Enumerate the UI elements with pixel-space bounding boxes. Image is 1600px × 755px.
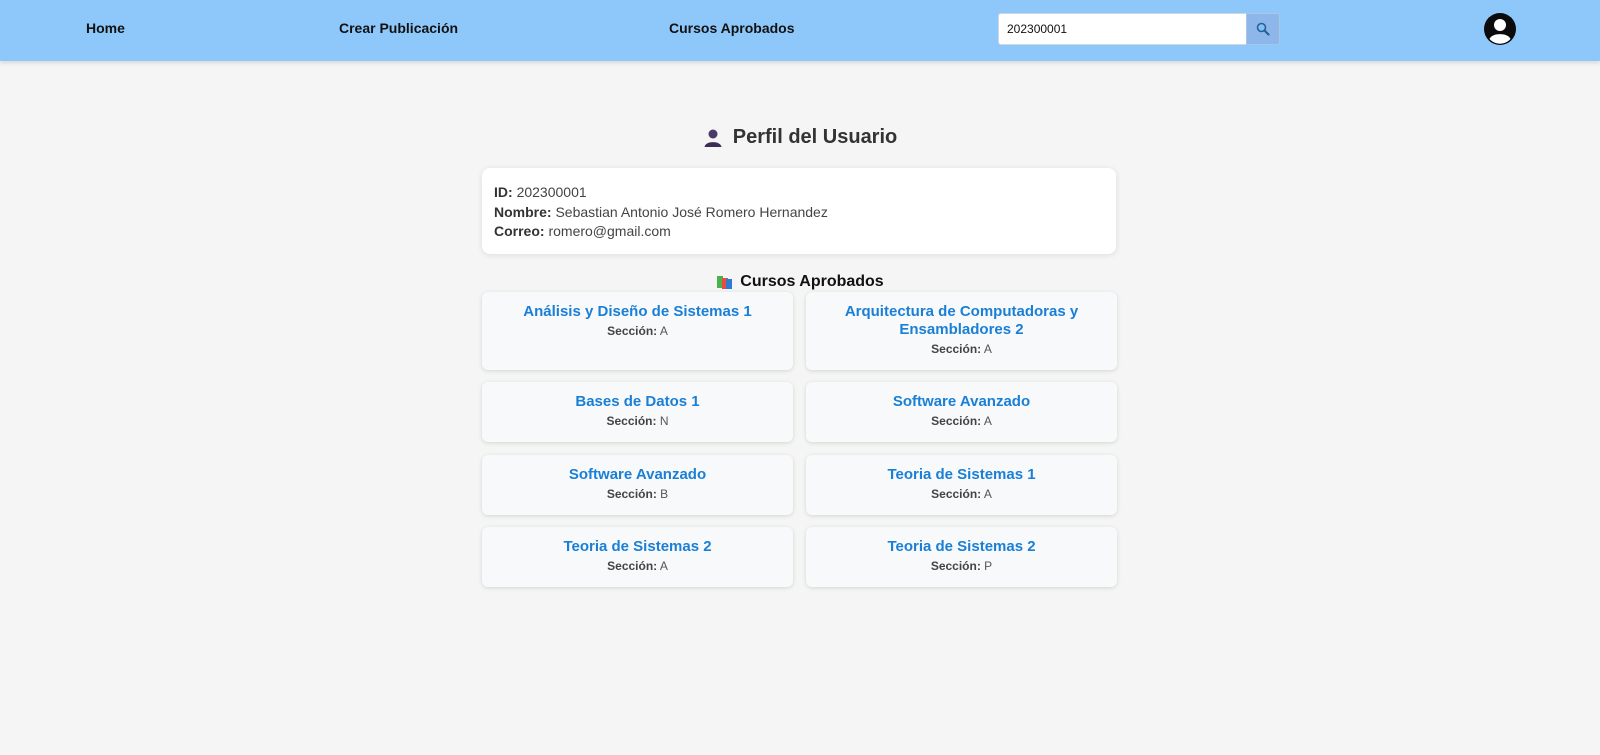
- nav-home-link[interactable]: Home: [86, 20, 125, 36]
- course-section: Sección: A: [482, 324, 793, 338]
- course-section-value: A: [983, 414, 992, 428]
- course-section-label: Sección:: [931, 487, 982, 501]
- profile-name-value: Sebastian Antonio José Romero Hernandez: [555, 203, 828, 220]
- course-section: Sección: N: [482, 414, 793, 428]
- profile-email-row: Correo: romero@gmail.com: [494, 222, 1104, 242]
- course-section-label: Sección:: [931, 414, 982, 428]
- books-icon: [717, 276, 733, 289]
- courses-heading: Cursos Aprobados: [0, 273, 1600, 295]
- course-section-label: Sección:: [607, 324, 658, 338]
- course-section-value: P: [984, 559, 993, 573]
- course-section-label: Sección:: [607, 559, 658, 573]
- course-section: Sección: A: [806, 342, 1117, 356]
- profile-card: ID: 202300001 Nombre: Sebastian Antonio …: [482, 168, 1116, 254]
- course-section-value: A: [659, 324, 668, 338]
- profile-email-value: romero@gmail.com: [548, 223, 671, 239]
- profile-email-label: Correo:: [494, 223, 545, 239]
- course-name: Análisis y Diseño de Sistemas 1: [523, 303, 752, 320]
- profile-name-row: Nombre: Sebastian Antonio José Romero He…: [494, 203, 1104, 223]
- course-section-value: A: [983, 487, 992, 501]
- user-avatar-icon: [1484, 13, 1516, 45]
- course-name: Teoria de Sistemas 1: [887, 466, 1036, 483]
- nav-create-post-link[interactable]: Crear Publicación: [339, 20, 458, 36]
- course-card[interactable]: Software Avanzado Sección: A: [806, 382, 1117, 442]
- search-input[interactable]: [998, 13, 1246, 45]
- course-section-value: N: [659, 414, 669, 428]
- course-name: Bases de Datos 1: [575, 393, 700, 410]
- course-section: Sección: A: [806, 487, 1117, 501]
- top-navbar: Home Crear Publicación Cursos Aprobados: [0, 0, 1600, 61]
- course-card[interactable]: Arquitectura de Computadoras y Ensamblad…: [806, 292, 1117, 370]
- courses-title: Cursos Aprobados: [740, 273, 884, 290]
- profile-id-row: ID: 202300001: [494, 183, 1104, 203]
- search-button[interactable]: [1246, 13, 1280, 45]
- course-name: Software Avanzado: [892, 393, 1031, 410]
- course-card[interactable]: Bases de Datos 1 Sección: N: [482, 382, 793, 442]
- search-icon: [1256, 22, 1270, 36]
- course-section-value: A: [983, 342, 992, 356]
- course-card[interactable]: Análisis y Diseño de Sistemas 1 Sección:…: [482, 292, 793, 370]
- course-section-label: Sección:: [930, 559, 981, 573]
- course-card[interactable]: Teoria de Sistemas 2 Sección: A: [482, 527, 793, 587]
- search-bar: [998, 13, 1280, 45]
- profile-title: Perfil del Usuario: [732, 126, 898, 148]
- course-name: Arquitectura de Computadoras y Ensamblad…: [844, 303, 1079, 338]
- course-section-label: Sección:: [606, 487, 657, 501]
- user-silhouette-icon: [704, 129, 722, 147]
- course-name: Teoria de Sistemas 2: [563, 538, 712, 555]
- course-section: Sección: P: [806, 559, 1117, 573]
- profile-id-label: ID:: [494, 184, 513, 200]
- profile-name-label: Nombre:: [494, 203, 552, 220]
- course-section: Sección: A: [482, 559, 793, 573]
- course-name: Teoria de Sistemas 2: [887, 538, 1036, 555]
- course-section: Sección: A: [806, 414, 1117, 428]
- profile-heading: Perfil del Usuario: [0, 126, 1600, 154]
- course-section-value: A: [659, 559, 668, 573]
- course-section-value: B: [660, 487, 669, 501]
- course-card[interactable]: Teoria de Sistemas 2 Sección: P: [806, 527, 1117, 587]
- course-card[interactable]: Teoria de Sistemas 1 Sección: A: [806, 455, 1117, 515]
- user-avatar-button[interactable]: [1483, 12, 1517, 46]
- course-section-label: Sección:: [606, 414, 657, 428]
- course-section: Sección: B: [482, 487, 793, 501]
- nav-approved-courses-link[interactable]: Cursos Aprobados: [669, 20, 795, 36]
- course-section-label: Sección:: [931, 342, 982, 356]
- profile-id-value: 202300001: [516, 184, 587, 200]
- course-name: Software Avanzado: [568, 466, 707, 483]
- course-card[interactable]: Software Avanzado Sección: B: [482, 455, 793, 515]
